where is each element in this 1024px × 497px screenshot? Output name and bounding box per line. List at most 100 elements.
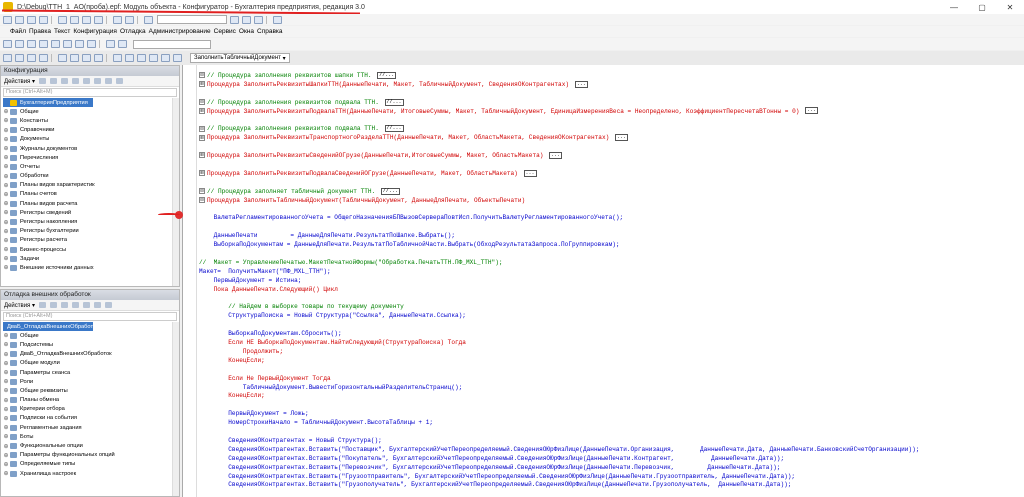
external-scrollbar[interactable]	[172, 322, 179, 496]
code-line[interactable]: СведенияОКонтрагентах.Вставить("Перевозч…	[199, 463, 780, 472]
module-icon[interactable]	[3, 54, 12, 62]
code-line[interactable]: ВыборкаПоДокументам = ДанныеДляПечати.Ре…	[199, 240, 620, 249]
tree-item[interactable]: ⊕ Константы	[3, 116, 179, 125]
cut-icon[interactable]	[58, 15, 67, 24]
close-button[interactable]: ✕	[996, 0, 1024, 14]
delete-icon[interactable]	[60, 302, 68, 308]
tree-item[interactable]: ⊕ Функциональные опции	[3, 441, 179, 450]
fold-toggle-icon[interactable]: ⊟	[199, 72, 205, 79]
code-editor[interactable]: ⊟// Процедура заполнения реквизитов шапк…	[182, 65, 1024, 497]
expand-icon[interactable]: ⊕	[3, 264, 9, 271]
expand-icon[interactable]: ⊕	[3, 173, 9, 180]
tree-item[interactable]: ⊕ Отчеты	[3, 162, 179, 171]
expand-icon[interactable]: ⊕	[3, 219, 9, 226]
code-line[interactable]: ПервыйДокумент = Истина;	[199, 276, 302, 285]
tree-item[interactable]: ⊕ ДваБ_ОтладкаВнешнихОбработок	[3, 350, 179, 359]
copy-icon[interactable]	[70, 15, 79, 24]
code-line[interactable]: СведенияОКонтрагентах.Вставить("Поставщи…	[199, 445, 919, 454]
outdent-icon[interactable]	[27, 54, 36, 62]
tree-item[interactable]: ⊕ Подписки на события	[3, 414, 179, 423]
tree-item[interactable]: ⊕ Регистры расчета	[3, 236, 179, 245]
expand-icon[interactable]: ⊕	[3, 452, 9, 459]
menu-administration[interactable]: Администрирование	[149, 28, 211, 35]
tree-item[interactable]: ⊕ Бизнес-процессы	[3, 245, 179, 254]
expand-icon[interactable]: ⊕	[3, 397, 9, 404]
tree-item[interactable]: ⊕ Параметры сеанса	[3, 368, 179, 377]
collapse-icon[interactable]	[173, 54, 182, 62]
tree-item[interactable]: ⊕ Перечисления	[3, 153, 179, 162]
fold-toggle-icon[interactable]: ⊞	[199, 81, 205, 88]
minimize-button[interactable]: —	[940, 0, 968, 14]
help-icon[interactable]	[273, 15, 282, 24]
code-line[interactable]: Макет= ПолучитьМакет("ПФ_MXL_ТТН");	[199, 267, 331, 276]
search-module-icon[interactable]	[149, 54, 158, 62]
code-line[interactable]: ⊞ Процедура ЗаполнитьРеквизитыШапкиТТН(Да…	[199, 80, 588, 89]
expand-icon[interactable]: ⊕	[3, 154, 9, 161]
code-line[interactable]: ⊞ Процедура ЗаполнитьРеквизитыПодвалаСвед…	[199, 169, 537, 178]
fold-toggle-icon[interactable]: ⊟	[199, 196, 205, 203]
save-all-icon[interactable]	[39, 15, 48, 24]
find-input[interactable]	[157, 15, 227, 24]
collapsed-block[interactable]: ...	[549, 151, 563, 159]
goto-icon[interactable]	[161, 54, 170, 62]
add-icon[interactable]	[38, 302, 46, 308]
step-over-icon[interactable]	[75, 40, 84, 48]
code-line[interactable]: // Найдем в выборке товары по текущему д…	[199, 302, 404, 311]
actions-menu[interactable]: Действия ▾	[4, 78, 35, 85]
config-save-icon[interactable]	[15, 40, 24, 48]
uncomment-icon[interactable]	[70, 54, 79, 62]
menu-file[interactable]: Файл	[10, 28, 26, 35]
undo-icon[interactable]	[113, 15, 122, 24]
debug-stop-icon[interactable]	[51, 40, 60, 48]
syntax-check-icon[interactable]	[118, 40, 127, 48]
code-line[interactable]: ⊟// Процедура заполнения реквизитов шапк…	[199, 71, 397, 80]
tree-item[interactable]: БухгалтерияПредприятия	[3, 98, 93, 108]
menu-configuration[interactable]: Конфигурация	[73, 28, 117, 35]
fold-toggle-icon[interactable]: ⊟	[199, 125, 205, 132]
collapsed-block[interactable]: ...	[805, 107, 819, 115]
tree-item[interactable]: ⊕ Планы обмена	[3, 396, 179, 405]
expand-icon[interactable]: ⊕	[3, 246, 9, 253]
collapsed-block[interactable]: //...	[384, 125, 404, 133]
expand-icon[interactable]: ⊕	[3, 191, 9, 198]
code-line[interactable]: СведенияОКонтрагентах.Вставить("Грузоотп…	[199, 472, 795, 481]
expand-icon[interactable]: ⊕	[3, 108, 9, 115]
maximize-button[interactable]: ▢	[968, 0, 996, 14]
tree-item[interactable]: ⊕ Роли	[3, 377, 179, 386]
breakpoint-icon[interactable]	[87, 40, 96, 48]
expand-icon[interactable]: ⊕	[3, 228, 9, 235]
fold-toggle-icon[interactable]: ⊟	[199, 99, 205, 106]
expand-icon[interactable]: ⊕	[3, 351, 9, 358]
collapsed-block[interactable]: ...	[574, 80, 588, 88]
expand-icon[interactable]: ⊕	[3, 433, 9, 440]
step-icon[interactable]	[63, 40, 72, 48]
code-line[interactable]: Если НЕ ВыборкаПоДокументам.НайтиСледующ…	[199, 338, 466, 347]
expand-icon[interactable]: ⊕	[3, 360, 9, 367]
tree-item[interactable]: ⊕ Определяемые типы	[3, 460, 179, 469]
procedures-list-icon[interactable]	[125, 54, 134, 62]
find-icon[interactable]	[144, 15, 153, 24]
fold-toggle-icon[interactable]: ⊞	[199, 134, 205, 141]
expand-icon[interactable]: ⊕	[3, 237, 9, 244]
tree-item[interactable]: ⊕ Журналы документов	[3, 144, 179, 153]
tree-item[interactable]: ⊕ Параметры функциональных опций	[3, 451, 179, 460]
code-line[interactable]: КонецЕсли;	[199, 356, 265, 365]
fold-toggle-icon[interactable]: ⊞	[199, 107, 205, 114]
expand-icon[interactable]: ⊕	[3, 369, 9, 376]
expand-icon[interactable]: ⊕	[3, 424, 9, 431]
code-line[interactable]: ВыборкаПоДокументам.Сбросить();	[199, 329, 341, 338]
wizard-icon[interactable]	[94, 54, 103, 62]
sort-icon[interactable]	[104, 78, 112, 84]
find-next-icon[interactable]	[230, 15, 239, 24]
external-search-input[interactable]: Поиск (Ctrl+Alt+M)	[3, 312, 177, 321]
tree-item[interactable]: ⊕ Подсистемы	[3, 340, 179, 349]
sort-icon[interactable]	[104, 302, 112, 308]
tree-item[interactable]: ⊕ Хранилища настроек	[3, 469, 179, 478]
fold-toggle-icon[interactable]: ⊞	[199, 152, 205, 159]
expand-icon[interactable]: ⊕	[3, 209, 9, 216]
fold-toggle-icon[interactable]: ⊟	[199, 188, 205, 195]
code-line[interactable]: Пока ДанныеПечати.Следующий() Цикл	[199, 285, 338, 294]
code-line[interactable]: ⊞ Процедура ЗаполнитьРеквизитыПодвалаТТН(…	[199, 107, 819, 116]
new-icon[interactable]	[3, 15, 12, 24]
expand-icon[interactable]: ⊕	[3, 136, 9, 143]
